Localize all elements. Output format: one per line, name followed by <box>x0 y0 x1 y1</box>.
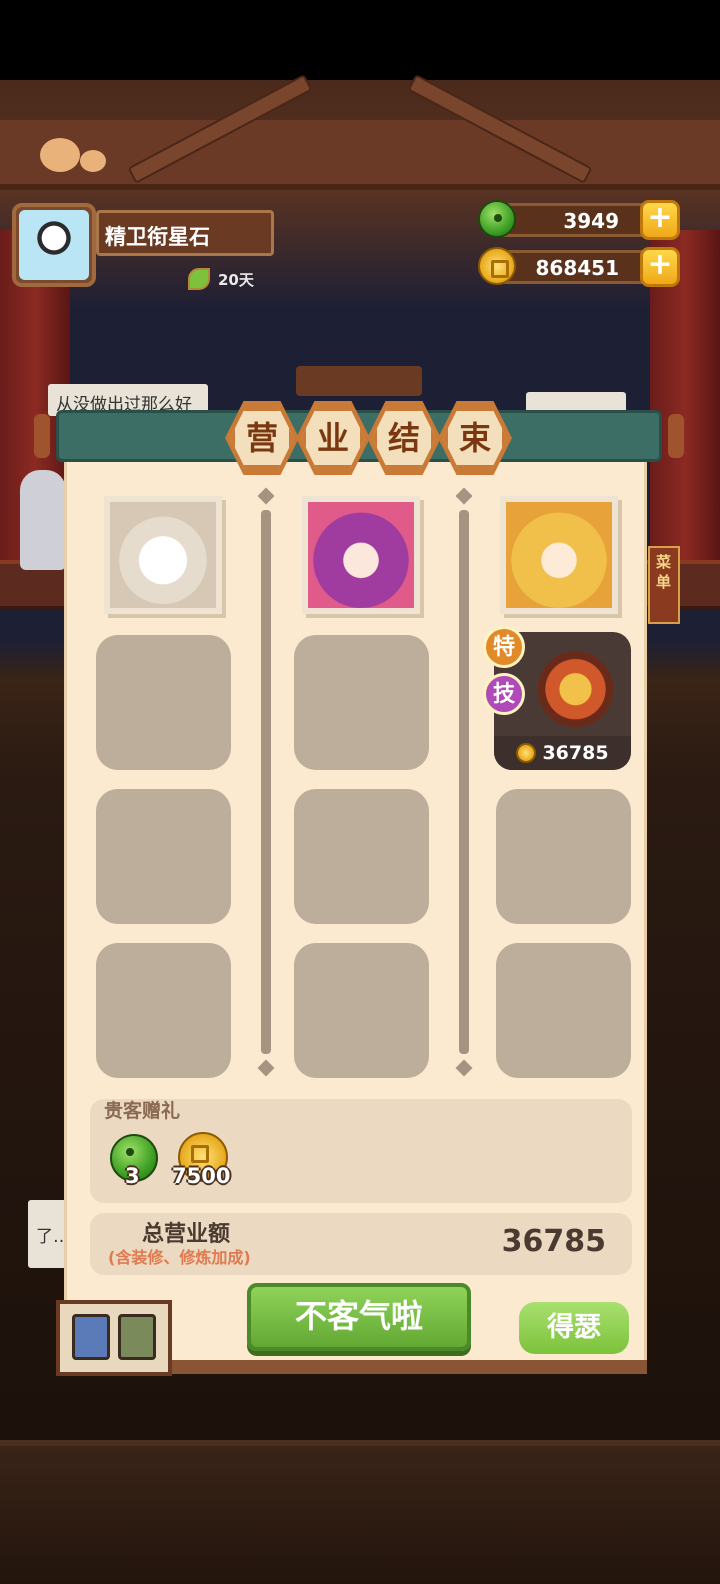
empty-dish-slot <box>496 943 631 1078</box>
total-revenue-value: 36785 <box>501 1224 606 1259</box>
add-coins-button[interactable]: + <box>640 247 680 287</box>
guest-gift-title: 贵客赠礼 <box>104 1100 181 1122</box>
special-badge-text: 特 <box>492 635 515 660</box>
dish-earnings: 36785 <box>494 736 631 770</box>
stone-statue-icon <box>20 470 66 570</box>
player-name: 精卫衔星石 <box>105 225 210 249</box>
green-tile-icon[interactable] <box>118 1314 156 1360</box>
roof-beam <box>0 120 720 190</box>
empty-dish-slot <box>96 635 231 770</box>
customer-portrait-2[interactable] <box>302 496 420 614</box>
chick-decoration-icon <box>80 150 106 172</box>
total-revenue-note: (含装修、修炼加成) <box>108 1248 251 1267</box>
coin-amount: 868451 <box>535 256 620 280</box>
dish-price-value: 36785 <box>542 742 609 764</box>
empty-dish-slot <box>96 789 231 924</box>
jade-reward-count: 3 <box>125 1164 140 1188</box>
day-count: 20天 <box>218 270 254 289</box>
scroll-end-left <box>34 414 50 458</box>
customer-image <box>308 502 414 608</box>
side-menu-tab[interactable]: 菜单 <box>648 546 680 624</box>
coin-icon <box>516 743 537 763</box>
show-off-button[interactable]: 得瑟 <box>519 1302 629 1354</box>
empty-dish-slot <box>294 789 429 924</box>
customer-image <box>110 502 216 608</box>
customer-portrait-3[interactable] <box>500 496 618 614</box>
special-badge: 特 <box>483 626 525 668</box>
empty-dish-slot <box>96 943 231 1078</box>
skill-badge: 技 <box>483 673 525 715</box>
hotpot-dish-icon <box>522 632 629 736</box>
coin-icon <box>478 247 516 285</box>
side-menu-label: 菜单 <box>656 553 672 591</box>
scroll-end-right <box>668 414 684 458</box>
stage-sign <box>296 366 422 396</box>
jade-amount: 3949 <box>563 209 619 233</box>
column-divider <box>459 510 469 1054</box>
customer-speech-bubble: 了… <box>28 1200 70 1268</box>
blue-tile-icon[interactable] <box>72 1314 110 1360</box>
skill-badge-text: 技 <box>492 682 515 707</box>
avatar-image <box>19 210 89 280</box>
title-char: 结 <box>372 406 436 470</box>
customer-portrait-1[interactable] <box>104 496 222 614</box>
empty-dish-slot <box>294 635 429 770</box>
title-char: 营 <box>230 406 294 470</box>
player-avatar[interactable] <box>12 203 96 287</box>
title-char: 业 <box>301 406 365 470</box>
day-counter: 20天 <box>188 268 254 290</box>
customer-image <box>506 502 612 608</box>
empty-dish-slot <box>294 943 429 1078</box>
empty-dish-slot <box>496 789 631 924</box>
title-char: 束 <box>443 406 507 470</box>
chick-decoration-icon <box>40 138 80 172</box>
coin-reward-count: 7500 <box>172 1164 231 1188</box>
column-divider <box>261 510 271 1054</box>
confirm-button[interactable]: 不客气啦 <box>247 1283 471 1351</box>
add-jade-button[interactable]: + <box>640 200 680 240</box>
floor-area <box>0 1440 720 1584</box>
jade-icon <box>478 200 516 238</box>
sprout-icon <box>188 268 210 290</box>
player-name-plate[interactable]: 精卫衔星石 <box>96 210 274 256</box>
